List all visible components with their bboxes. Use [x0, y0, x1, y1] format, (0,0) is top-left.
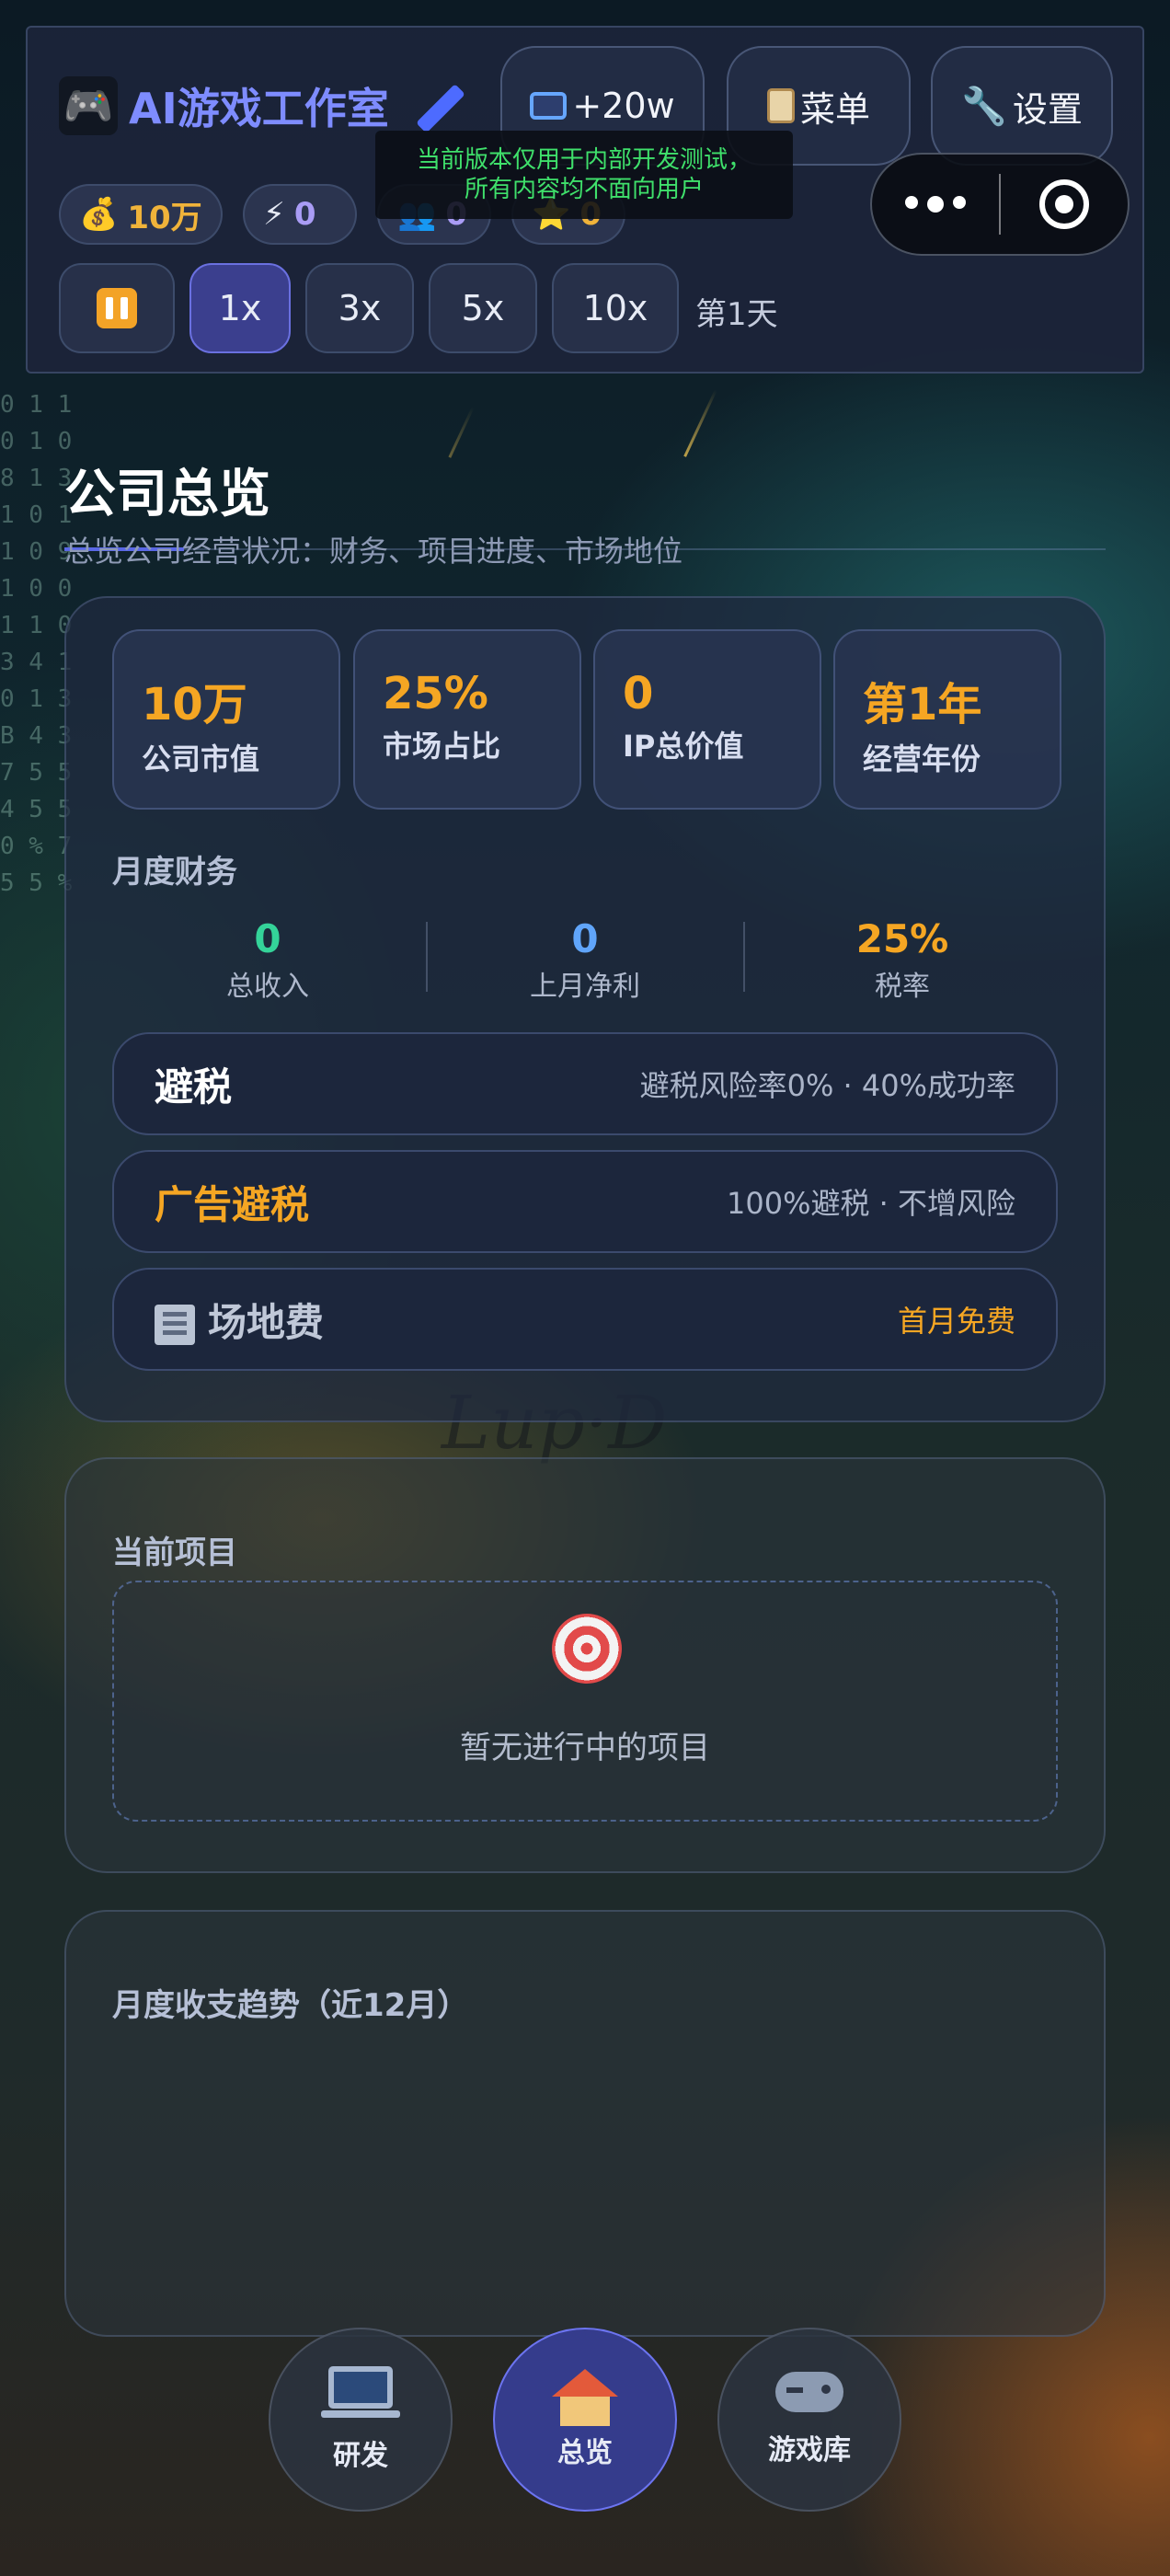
- target-icon: [552, 1614, 622, 1684]
- action-detail: 100%避税 · 不增风险: [726, 1186, 1015, 1221]
- action-title: 广告避税: [155, 1181, 310, 1227]
- stat-energy: ⚡ 0: [243, 184, 357, 245]
- dev-notice-line2: 所有内容均不面向用户: [464, 176, 704, 203]
- nav-label: 游戏库: [768, 2434, 851, 2467]
- pen-icon[interactable]: [415, 84, 465, 133]
- trend-title: 月度收支趋势（近12月）: [112, 1987, 469, 2024]
- action-detail: 避税风险率0% · 40%成功率: [639, 1068, 1015, 1103]
- nav-research[interactable]: 研发: [269, 2328, 453, 2512]
- stat-money: 💰 10万: [59, 184, 223, 245]
- background-streak: [448, 407, 475, 458]
- brand: 🎮 AI游戏工作室: [59, 75, 468, 136]
- finance-divider: [743, 922, 745, 992]
- speed-3x-button[interactable]: 3x: [305, 263, 414, 353]
- finance-divider: [426, 922, 428, 992]
- finance-net-profit: 0 上月净利: [470, 916, 700, 1004]
- venue-fee-button[interactable]: 场地费 首月免费: [112, 1268, 1058, 1371]
- projects-title: 当前项目: [112, 1535, 237, 1571]
- action-title: 避税: [155, 1064, 233, 1110]
- nav-label: 总览: [557, 2437, 613, 2469]
- ad-reward-label: +20w: [572, 86, 675, 126]
- money-bag-icon: 💰: [79, 196, 119, 233]
- kpi-label: 公司市值: [142, 742, 260, 776]
- finance-title: 月度财务: [112, 854, 237, 891]
- close-capsule-button[interactable]: [1001, 179, 1128, 229]
- kpi-label: IP总价值: [623, 729, 744, 764]
- pause-icon: [97, 288, 137, 328]
- stat-money-value: 10万: [127, 199, 202, 236]
- kpi-market-share: 25% 市场占比: [353, 629, 581, 810]
- finance-value: 0: [571, 916, 599, 961]
- action-title: 场地费: [208, 1299, 325, 1345]
- day-counter: 第1天: [695, 296, 778, 333]
- finance-value: 25%: [855, 916, 949, 961]
- kpi-label: 经营年份: [863, 742, 981, 776]
- finance-total-income: 0 总收入: [153, 916, 383, 1004]
- ad-tax-avoidance-button[interactable]: 广告避税 100%避税 · 不增风险: [112, 1150, 1058, 1253]
- kpi-ip-value: 0 IP总价值: [593, 629, 821, 810]
- page-subtitle: 总览公司经营状况：财务、项目进度、市场地位: [64, 534, 683, 569]
- nav-overview[interactable]: 总览: [493, 2328, 677, 2512]
- laptop-icon: [321, 2366, 400, 2418]
- action-detail: 首月免费: [897, 1304, 1015, 1339]
- lightning-icon: ⚡: [263, 196, 285, 233]
- finance-label: 税率: [875, 971, 930, 1003]
- speed-5x-button[interactable]: 5x: [429, 263, 537, 353]
- finance-label: 总收入: [226, 971, 309, 1003]
- kpi-value: 0: [623, 668, 654, 719]
- dev-notice: 当前版本仅用于内部开发测试， 所有内容均不面向用户: [375, 131, 793, 219]
- menu-label: 菜单: [799, 88, 870, 130]
- kpi-operating-year: 第1年 经营年份: [833, 629, 1061, 810]
- settings-button[interactable]: 🔧 设置: [931, 46, 1113, 166]
- more-icon[interactable]: [872, 196, 999, 213]
- speed-1x-button[interactable]: 1x: [189, 263, 291, 353]
- clipboard-icon: [766, 88, 795, 123]
- wrench-icon: 🔧: [961, 85, 1007, 128]
- background-streak: [683, 389, 717, 457]
- record-icon: [1038, 179, 1089, 229]
- finance-label: 上月净利: [530, 971, 640, 1003]
- gamepad-icon: [775, 2372, 843, 2412]
- page-title: 公司总览: [64, 465, 270, 524]
- tv-icon: [530, 92, 568, 120]
- empty-state-text: 暂无进行中的项目: [460, 1730, 710, 1766]
- trend-chart-area: [112, 2042, 1058, 2300]
- nav-game-library[interactable]: 游戏库: [717, 2328, 901, 2512]
- pause-button[interactable]: [59, 263, 175, 353]
- building-icon: [155, 1305, 195, 1345]
- gamepad-icon: 🎮: [59, 76, 118, 135]
- kpi-label: 市场占比: [383, 729, 501, 764]
- kpi-value: 第1年: [863, 679, 982, 730]
- kpi-value: 25%: [383, 668, 488, 719]
- finance-tax-rate: 25% 税率: [787, 916, 1017, 1004]
- nav-label: 研发: [333, 2440, 388, 2472]
- app-title: AI游戏工作室: [129, 84, 389, 133]
- kpi-value: 10万: [142, 679, 247, 730]
- settings-label: 设置: [1012, 88, 1083, 130]
- tax-avoidance-button[interactable]: 避税 避税风险率0% · 40%成功率: [112, 1032, 1058, 1135]
- stat-energy-value: 0: [293, 196, 316, 233]
- house-icon: [552, 2369, 618, 2426]
- miniprogram-capsule: [870, 153, 1130, 256]
- dev-notice-line1: 当前版本仅用于内部开发测试，: [416, 146, 751, 174]
- speed-10x-button[interactable]: 10x: [552, 263, 679, 353]
- finance-value: 0: [254, 916, 281, 961]
- kpi-market-value: 10万 公司市值: [112, 629, 340, 810]
- projects-empty-state: 暂无进行中的项目: [112, 1581, 1058, 1822]
